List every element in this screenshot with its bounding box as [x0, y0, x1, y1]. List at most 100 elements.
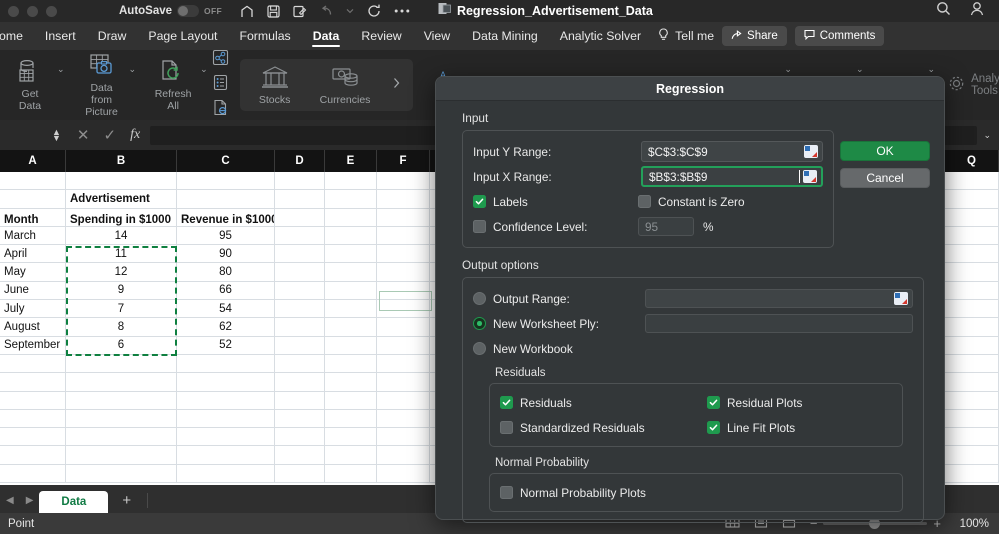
edit-links-icon[interactable]: [212, 99, 229, 121]
input-y-range-field[interactable]: $C$3:$C$9: [641, 141, 823, 162]
grid-cell[interactable]: [177, 464, 275, 484]
autosave-switch[interactable]: [177, 5, 200, 17]
grid-cell[interactable]: [325, 446, 377, 465]
grid-cell[interactable]: [945, 190, 999, 209]
undo-icon[interactable]: [320, 5, 333, 17]
grid-cell[interactable]: [325, 373, 377, 392]
grid-cell[interactable]: [945, 336, 999, 355]
window-controls[interactable]: [8, 5, 57, 17]
normal-probability-plots-row[interactable]: Normal Probability Plots: [500, 480, 892, 505]
grid-cell[interactable]: 52: [177, 336, 275, 355]
grid-cell[interactable]: [377, 281, 430, 301]
grid-cell[interactable]: 8: [66, 318, 177, 337]
grid-cell[interactable]: [0, 190, 66, 209]
column-header-C[interactable]: C: [177, 150, 275, 172]
cancel-button[interactable]: Cancel: [840, 168, 930, 188]
tab-page-layout[interactable]: Page Layout: [137, 22, 228, 50]
column-header-Q[interactable]: Q: [945, 150, 999, 172]
line-fit-plots-row[interactable]: Line Fit Plots: [707, 415, 892, 440]
input-x-range-picker-icon[interactable]: [803, 170, 817, 183]
grid-cell[interactable]: [275, 245, 325, 264]
chevron-down-icon[interactable]: [346, 8, 354, 14]
tell-me-button[interactable]: Tell me: [658, 27, 714, 45]
grid-cell[interactable]: [66, 373, 177, 392]
grid-cell[interactable]: 62: [177, 318, 275, 337]
grid-cell[interactable]: May: [0, 263, 66, 282]
grid-cell[interactable]: [66, 354, 177, 374]
account-icon[interactable]: [969, 1, 985, 21]
cancel-formula-icon[interactable]: ✕: [77, 126, 90, 144]
grid-cell[interactable]: [945, 208, 999, 227]
get-data-chevron-down-icon[interactable]: ⌄: [57, 64, 65, 75]
grid-cell[interactable]: [377, 300, 430, 319]
name-box[interactable]: [4, 124, 46, 146]
grid-cell[interactable]: [945, 373, 999, 392]
tab-formulas[interactable]: Formulas: [228, 22, 301, 50]
grid-cell[interactable]: 14: [66, 226, 177, 246]
output-range-row[interactable]: Output Range:: [473, 286, 913, 311]
grid-cell[interactable]: [945, 464, 999, 484]
input-y-range-picker-icon[interactable]: [804, 145, 818, 158]
grid-cell[interactable]: [945, 391, 999, 410]
input-x-range-field[interactable]: $B$3:$B$9: [641, 166, 823, 187]
grid-cell[interactable]: [275, 281, 325, 301]
grid-cell[interactable]: [275, 446, 325, 465]
group-chevron-down-icon[interactable]: ⌄: [928, 64, 936, 75]
grid-cell[interactable]: [945, 354, 999, 374]
more-icon[interactable]: [394, 8, 410, 14]
grid-cell[interactable]: [177, 391, 275, 410]
grid-cell[interactable]: 6: [66, 336, 177, 355]
grid-cell[interactable]: [325, 190, 377, 209]
analysis-tools-button[interactable]: Analysis Tools: [948, 50, 999, 120]
ok-button[interactable]: OK: [840, 141, 930, 161]
accept-formula-icon[interactable]: ✓: [104, 126, 117, 144]
tab-data[interactable]: Data: [302, 22, 351, 50]
residuals-checkbox[interactable]: [500, 396, 513, 409]
grid-cell[interactable]: [945, 226, 999, 246]
grid-cell[interactable]: [377, 391, 430, 410]
search-icon[interactable]: [936, 1, 951, 21]
grid-cell[interactable]: [945, 446, 999, 465]
refresh-all-button[interactable]: Refresh All: [150, 57, 196, 114]
column-header-E[interactable]: E: [325, 150, 377, 172]
grid-cell[interactable]: [275, 336, 325, 355]
grid-cell[interactable]: [377, 208, 430, 227]
grid-cell[interactable]: [275, 318, 325, 337]
grid-cell[interactable]: July: [0, 300, 66, 319]
grid-cell[interactable]: [0, 464, 66, 484]
formula-bar-expand-icon[interactable]: ⌄: [983, 130, 991, 141]
get-data-button[interactable]: Get Data: [7, 57, 53, 114]
grid-cell[interactable]: [377, 190, 430, 209]
maximize-window-button[interactable]: [46, 5, 57, 17]
grid-cell[interactable]: [377, 172, 430, 191]
grid-cell[interactable]: [377, 464, 430, 484]
grid-cell[interactable]: [66, 446, 177, 465]
grid-cell[interactable]: [377, 446, 430, 465]
what-if-chevron-down-icon[interactable]: ⌄: [856, 64, 864, 75]
grid-cell[interactable]: [945, 245, 999, 264]
currencies-button[interactable]: Currencies: [316, 63, 375, 108]
grid-cell[interactable]: [275, 208, 325, 227]
grid-cell[interactable]: [177, 190, 275, 209]
grid-cell[interactable]: [325, 464, 377, 484]
grid-cell[interactable]: [377, 336, 430, 355]
grid-cell[interactable]: 95: [177, 226, 275, 246]
new-comment-icon[interactable]: [293, 5, 307, 18]
grid-cell[interactable]: 12: [66, 263, 177, 282]
line-fit-plots-checkbox[interactable]: [707, 421, 720, 434]
refresh-all-chevron-down-icon[interactable]: ⌄: [200, 64, 208, 75]
grid-cell[interactable]: [945, 318, 999, 337]
grid-cell[interactable]: [325, 281, 377, 301]
grid-cell[interactable]: [377, 263, 430, 282]
grid-cell[interactable]: 7: [66, 300, 177, 319]
grid-cell[interactable]: [275, 428, 325, 447]
grid-cell[interactable]: Revenue in $1000: [177, 208, 275, 227]
residuals-checkbox-row[interactable]: Residuals: [500, 390, 707, 415]
grid-cell[interactable]: [325, 263, 377, 282]
connections-icon[interactable]: [212, 49, 229, 71]
grid-cell[interactable]: April: [0, 245, 66, 264]
grid-cell[interactable]: [945, 428, 999, 447]
grid-cell[interactable]: [275, 300, 325, 319]
grid-cell[interactable]: [177, 446, 275, 465]
output-range-field[interactable]: [645, 289, 913, 308]
